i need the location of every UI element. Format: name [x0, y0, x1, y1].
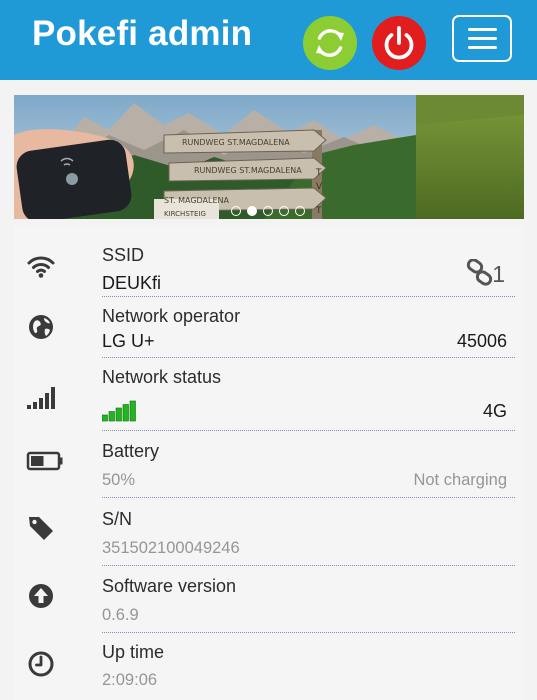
signpost-letter-1: T: [315, 168, 322, 178]
status-panel: [14, 226, 524, 700]
signal-bar: [108, 411, 115, 422]
divider: [102, 430, 515, 431]
wifi-icon: [27, 256, 55, 278]
restart-icon: [316, 29, 344, 57]
signpost-letter-2: V: [316, 182, 323, 192]
signal-bar: [115, 407, 122, 422]
signal-icon: [27, 387, 55, 409]
battery-label: Battery: [102, 441, 160, 461]
ssid-value: DEUKfi: [102, 273, 162, 293]
software-value: 0.6.9: [102, 606, 139, 624]
signal-strength-meter: [102, 400, 136, 422]
signpost-line-3: ST. MAGDALENA: [164, 196, 230, 205]
upload-icon: [29, 584, 53, 608]
serial-value: 351502100049246: [102, 539, 240, 557]
signpost-line-2: RUNDWEG ST.MAGDALENA: [194, 166, 302, 175]
operator-value: LG U+: [102, 331, 155, 351]
carousel-dot[interactable]: [263, 206, 273, 216]
clock-icon: [28, 651, 54, 677]
divider: [102, 357, 515, 358]
power-icon: [384, 26, 414, 60]
signpost-line-4: KIRCHSTEIG: [164, 210, 206, 218]
banner-image: RUNDWEG ST.MAGDALENA RUNDWEG ST.MAGDALEN…: [14, 95, 524, 219]
restart-button[interactable]: [303, 16, 357, 70]
signal-bar: [129, 400, 136, 422]
power-button[interactable]: [372, 16, 426, 70]
battery-icon: [26, 451, 63, 471]
divider: [102, 565, 515, 566]
carousel-dot[interactable]: [247, 206, 257, 216]
signal-bar: [102, 414, 108, 422]
uptime-value: 2:09:06: [102, 671, 158, 689]
app-title: Pokefi admin: [32, 14, 253, 53]
signpost-letter-3: T: [315, 206, 322, 216]
uptime-label: Up time: [102, 642, 165, 662]
operator-code: 45006: [456, 331, 507, 351]
link-icon: [466, 259, 493, 286]
carousel-dot[interactable]: [279, 206, 289, 216]
carousel-dot[interactable]: [231, 206, 241, 216]
divider: [102, 632, 515, 633]
tag-icon: [29, 517, 53, 540]
signal-bar: [122, 404, 129, 422]
carousel-indicators: [231, 206, 305, 218]
divider: [102, 296, 515, 297]
serial-label: S/N: [102, 509, 133, 529]
carousel-dot[interactable]: [295, 206, 305, 216]
globe-icon: [29, 315, 53, 339]
ssid-label: SSID: [102, 245, 145, 265]
network-status-label: Network status: [102, 367, 222, 387]
network-type: 4G: [482, 401, 507, 421]
banner-carousel[interactable]: RUNDWEG ST.MAGDALENA RUNDWEG ST.MAGDALEN…: [14, 95, 524, 219]
software-label: Software version: [102, 576, 237, 596]
divider: [102, 497, 515, 498]
battery-level: 50%: [102, 471, 136, 489]
charging-status: Not charging: [413, 471, 507, 489]
top-bar: Pokefi admin: [0, 0, 537, 80]
operator-label: Network operator: [102, 306, 241, 326]
menu-button[interactable]: [452, 15, 512, 62]
signpost-line-1: RUNDWEG ST.MAGDALENA: [182, 138, 290, 147]
connected-clients-count: 1: [492, 261, 505, 287]
